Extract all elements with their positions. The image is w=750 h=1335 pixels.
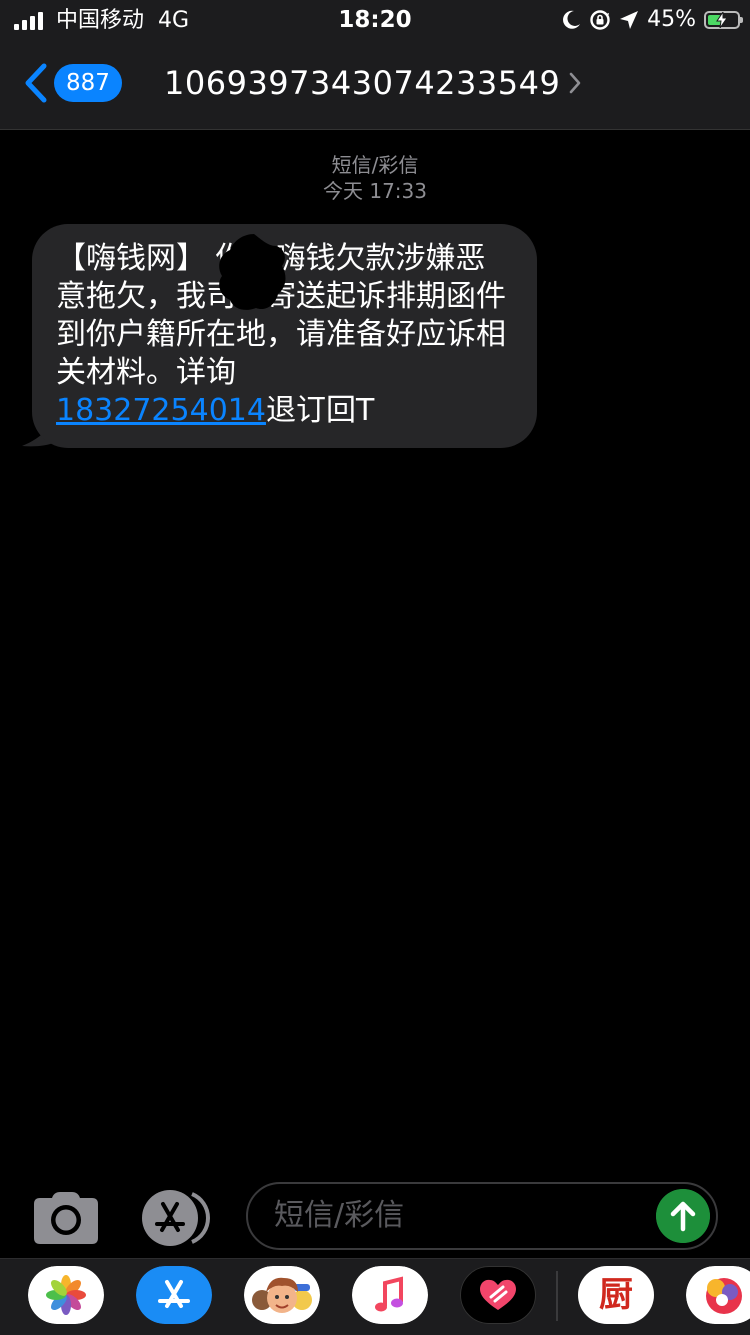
status-bar: 中国移动 4G 18:20 45% — [0, 0, 750, 40]
battery-charging-icon — [704, 11, 743, 29]
xiachufang-label: 厨 — [599, 1275, 633, 1315]
send-button[interactable] — [656, 1189, 710, 1243]
battery-percent: 45% — [647, 7, 696, 32]
message-type-label: 短信/彩信 — [331, 153, 419, 177]
contact-header[interactable]: 1069397343074233549 — [164, 63, 582, 103]
message-input[interactable]: 短信/彩信 — [246, 1182, 718, 1250]
digital-touch-app-icon[interactable] — [460, 1266, 536, 1324]
location-icon — [620, 11, 639, 29]
apps-icon[interactable] — [138, 1190, 214, 1246]
photos-app-icon[interactable] — [28, 1266, 104, 1324]
memoji-app-icon[interactable] — [244, 1266, 320, 1324]
thread-header: 短信/彩信 今天 17:33 — [0, 152, 750, 204]
status-right-group: 45% — [561, 7, 743, 33]
message-input-placeholder: 短信/彩信 — [274, 1198, 405, 1233]
phone-number-link[interactable]: 18327254014 — [56, 393, 266, 428]
imessage-app-drawer: 厨 — [0, 1258, 750, 1335]
chevron-right-icon — [570, 72, 581, 94]
colorful-app-icon[interactable] — [686, 1266, 750, 1324]
charging-bolt-icon — [716, 12, 728, 28]
camera-icon[interactable] — [34, 1192, 98, 1244]
back-button[interactable]: 887 — [20, 60, 122, 106]
unread-count-badge: 887 — [54, 64, 122, 102]
rotation-lock-icon — [590, 10, 610, 30]
xiachufang-app-icon[interactable]: 厨 — [578, 1266, 654, 1324]
app-store-app-icon[interactable] — [136, 1266, 212, 1324]
received-message[interactable]: 【嗨钱网】 你在嗨钱欠款涉嫌恶意拖欠，我司已寄送起诉排期函件到你户籍所在地，请准… — [20, 224, 540, 452]
redaction-scribble — [219, 234, 286, 310]
compose-bar: 短信/彩信 — [0, 1180, 750, 1258]
message-timestamp: 今天 17:33 — [323, 179, 427, 203]
music-app-icon[interactable] — [352, 1266, 428, 1324]
moon-icon — [563, 10, 581, 29]
chevron-left-icon — [25, 63, 47, 103]
app-drawer-divider — [556, 1271, 558, 1321]
contact-number: 1069397343074233549 — [164, 64, 561, 102]
message-unsubscribe-text: 退订回T — [265, 393, 375, 428]
conversation-nav-bar: 887 1069397343074233549 — [0, 40, 750, 130]
